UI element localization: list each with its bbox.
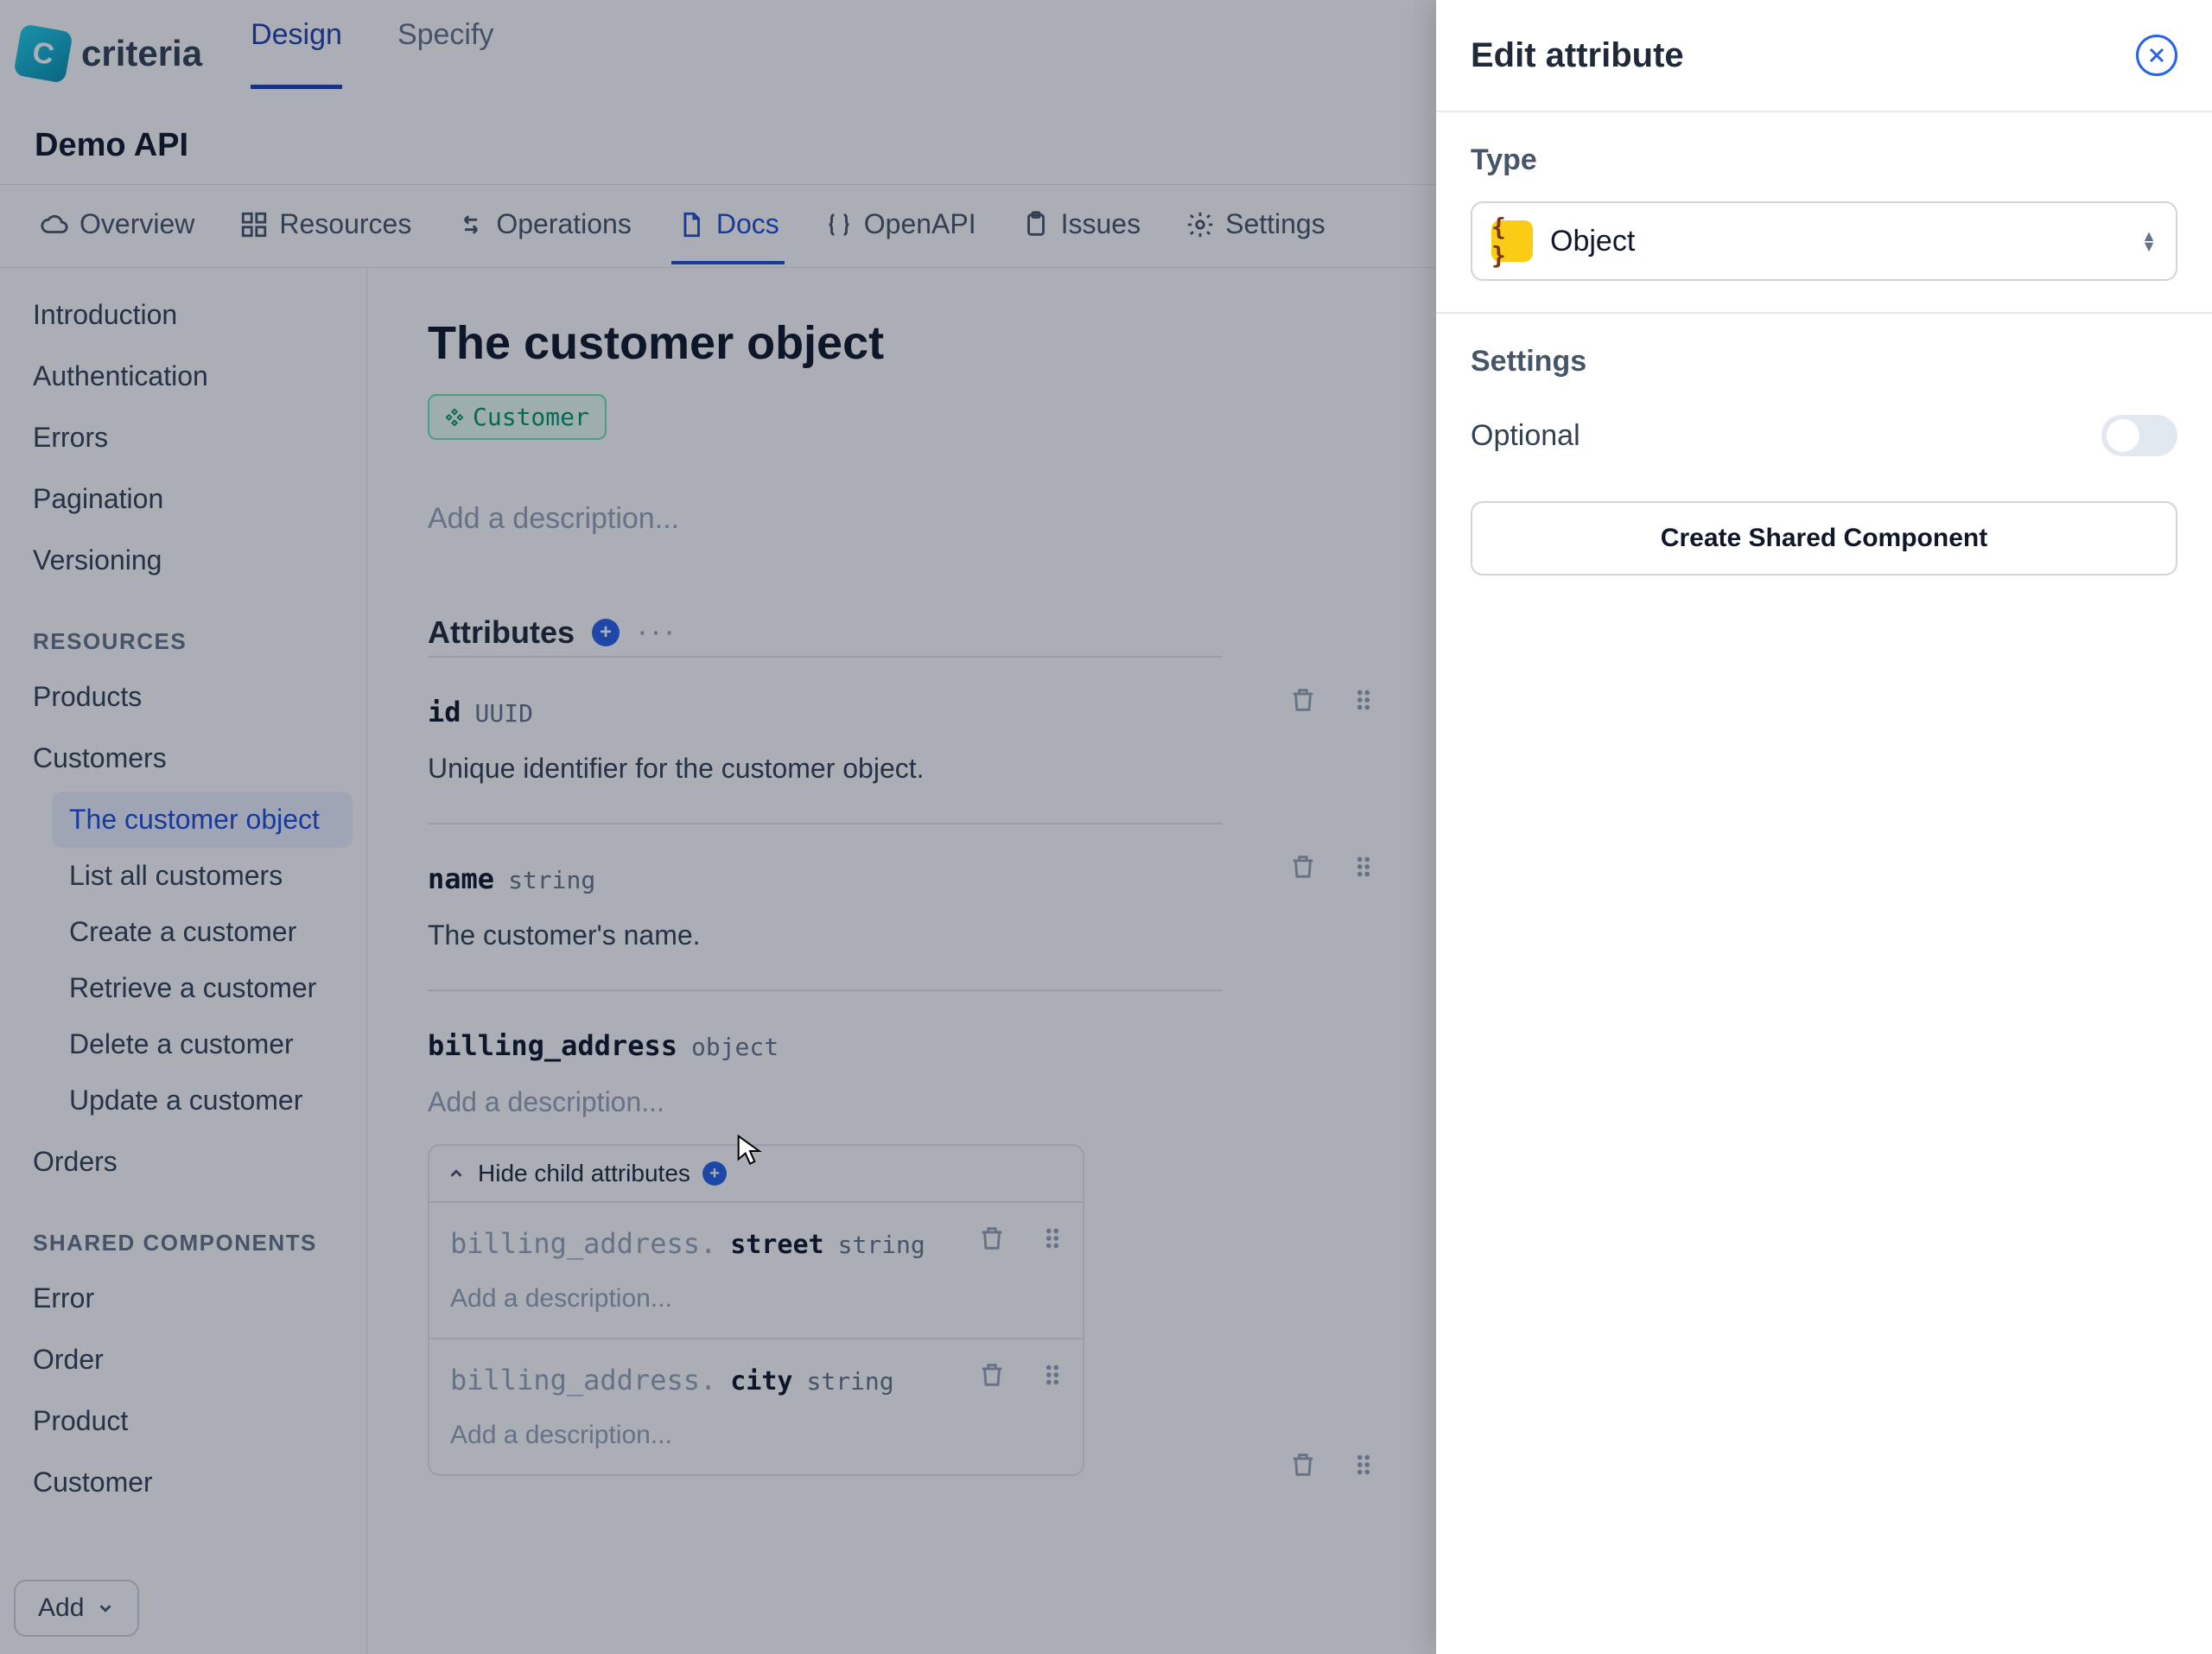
- select-chevrons-icon: ▲▼: [2141, 231, 2157, 251]
- type-label: Type: [1471, 143, 2177, 177]
- edit-attribute-panel: Edit attribute Type { } Object ▲▼ Settin…: [1436, 0, 2212, 1654]
- object-icon: { }: [1491, 220, 1533, 262]
- optional-toggle[interactable]: [2101, 415, 2177, 456]
- type-value: Object: [1550, 225, 2124, 258]
- settings-label: Settings: [1471, 345, 2177, 379]
- create-shared-component-button[interactable]: Create Shared Component: [1471, 501, 2177, 576]
- close-icon: [2146, 45, 2167, 66]
- modal-overlay[interactable]: [0, 0, 1436, 1654]
- type-select[interactable]: { } Object ▲▼: [1471, 201, 2177, 281]
- panel-title: Edit attribute: [1471, 36, 1684, 75]
- close-button[interactable]: [2136, 35, 2177, 76]
- optional-label: Optional: [1471, 419, 1580, 453]
- toggle-knob: [2107, 419, 2139, 452]
